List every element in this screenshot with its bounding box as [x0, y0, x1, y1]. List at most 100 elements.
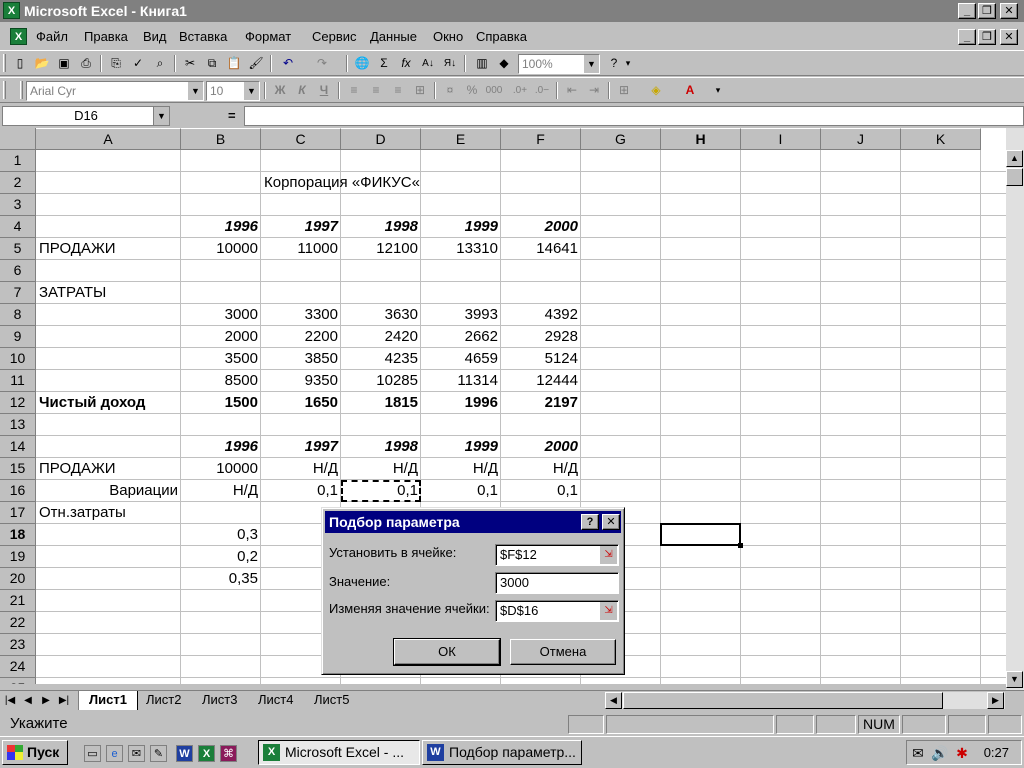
close-button[interactable]: ✕ [1000, 3, 1018, 19]
cell-f15[interactable]: Н/Д [501, 458, 581, 480]
cell-f16[interactable]: 0,1 [501, 480, 581, 502]
horizontal-scrollbar[interactable]: ◀ ▶ [605, 692, 1005, 709]
row-header-20[interactable]: 20 [0, 568, 36, 590]
cell-e12[interactable]: 1996 [421, 392, 501, 414]
sheet-tab-4[interactable]: Лист4 [248, 691, 303, 710]
cell-c11[interactable]: 9350 [261, 370, 341, 392]
cell-b15[interactable]: 10000 [181, 458, 261, 480]
cell-e16[interactable]: 0,1 [421, 480, 501, 502]
increase-decimal-icon[interactable]: .0+ [510, 81, 530, 100]
hyperlink-icon[interactable]: 🌐 [352, 54, 372, 73]
redo-icon[interactable]: ↷ [312, 54, 332, 73]
formula-input[interactable] [244, 106, 1024, 126]
increase-indent-icon[interactable]: ⇥ [584, 81, 604, 100]
help-button[interactable]: ? [581, 514, 599, 530]
align-center-icon[interactable]: ≡ [366, 81, 386, 100]
prev-sheet-icon[interactable]: ◀ [20, 692, 36, 709]
last-sheet-icon[interactable]: ▶| [56, 692, 72, 709]
cell-f5[interactable]: 14641 [501, 238, 581, 260]
excel-icon[interactable]: X [198, 745, 215, 762]
cell-b19[interactable]: 0,2 [181, 546, 261, 568]
menu-file[interactable]: Файл [36, 29, 68, 44]
cell-b9[interactable]: 2000 [181, 326, 261, 348]
cell-e9[interactable]: 2662 [421, 326, 501, 348]
decrease-decimal-icon[interactable]: .0− [532, 81, 552, 100]
spelling-icon[interactable]: ✓ [128, 54, 148, 73]
bold-button[interactable]: Ж [270, 81, 290, 100]
open-icon[interactable]: 📂 [32, 54, 52, 73]
cell-e4[interactable]: 1999 [421, 216, 501, 238]
doc-close-button[interactable]: ✕ [1000, 29, 1018, 45]
collapse-dialog-icon[interactable]: ⇲ [600, 602, 617, 620]
column-header-a[interactable]: A [36, 128, 181, 150]
internet-explorer-icon[interactable]: e [106, 745, 123, 762]
outlook-icon[interactable]: ✉ [128, 745, 145, 762]
menu-view[interactable]: Вид [143, 29, 167, 44]
changing-cell-field[interactable]: $D$16 ⇲ [495, 600, 619, 622]
sheet-tab-2[interactable]: Лист2 [136, 691, 191, 710]
row-header-12[interactable]: 12 [0, 392, 36, 414]
row-header-1[interactable]: 1 [0, 150, 36, 172]
cell-d12[interactable]: 1815 [341, 392, 421, 414]
percent-button[interactable]: % [462, 81, 482, 100]
active-cell-selection[interactable] [660, 523, 743, 548]
cell-f11[interactable]: 12444 [501, 370, 581, 392]
cell-f14[interactable]: 2000 [501, 436, 581, 458]
chart-wizard-icon[interactable]: ▥ [472, 54, 492, 73]
save-icon[interactable]: ▣ [54, 54, 74, 73]
column-header-b[interactable]: B [181, 128, 261, 150]
excel-app-icon[interactable]: X [3, 2, 20, 19]
channels-icon[interactable]: ✎ [150, 745, 167, 762]
column-header-c[interactable]: C [261, 128, 341, 150]
cell-d9[interactable]: 2420 [341, 326, 421, 348]
cell-b18[interactable]: 0,3 [181, 524, 261, 546]
zoom-select[interactable]: 100% ▼ [518, 54, 600, 74]
minimize-button[interactable]: _ [958, 3, 976, 19]
cell-a15[interactable]: ПРОДАЖИ [36, 458, 181, 480]
cell-f8[interactable]: 4392 [501, 304, 581, 326]
cell-a12[interactable]: Чистый доход [36, 392, 181, 414]
row-header-2[interactable]: 2 [0, 172, 36, 194]
workbook-icon[interactable]: X [10, 28, 27, 45]
scroll-up-icon[interactable]: ▲ [1006, 150, 1023, 167]
fill-handle[interactable] [738, 543, 743, 548]
row-header-7[interactable]: 7 [0, 282, 36, 304]
sort-descending-icon[interactable]: Я↓ [440, 54, 460, 73]
collapse-dialog-icon[interactable]: ⇲ [600, 546, 617, 564]
chevron-down-icon[interactable]: ▼ [153, 107, 169, 125]
set-cell-field[interactable]: $F$12 ⇲ [495, 544, 619, 566]
copy-icon[interactable]: ⧉ [202, 54, 222, 73]
select-all-corner[interactable] [0, 128, 36, 150]
autosum-icon[interactable]: Σ [374, 54, 394, 73]
cell-c16[interactable]: 0,1 [261, 480, 341, 502]
row-header-16[interactable]: 16 [0, 480, 36, 502]
menu-format[interactable]: Формат [245, 29, 291, 44]
cell-d16[interactable]: 0,1 [341, 480, 421, 502]
row-header-10[interactable]: 10 [0, 348, 36, 370]
font-select[interactable]: Arial Cyr ▼ [26, 81, 204, 101]
cell-b10[interactable]: 3500 [181, 348, 261, 370]
cell-d10[interactable]: 4235 [341, 348, 421, 370]
doc-minimize-button[interactable]: _ [958, 29, 976, 45]
row-header-21[interactable]: 21 [0, 590, 36, 612]
row-header-24[interactable]: 24 [0, 656, 36, 678]
cell-b20[interactable]: 0,35 [181, 568, 261, 590]
column-header-h[interactable]: H [661, 128, 741, 150]
cell-e15[interactable]: Н/Д [421, 458, 501, 480]
cell-e8[interactable]: 3993 [421, 304, 501, 326]
thousands-button[interactable]: 000 [484, 81, 504, 100]
cell-e5[interactable]: 13310 [421, 238, 501, 260]
desktop-icon[interactable]: ▭ [84, 745, 101, 762]
currency-icon[interactable]: ¤ [440, 81, 460, 100]
underline-button[interactable]: Ч [314, 81, 334, 100]
function-icon[interactable]: fx [396, 54, 416, 73]
cell-b12[interactable]: 1500 [181, 392, 261, 414]
row-header-4[interactable]: 4 [0, 216, 36, 238]
preview-icon[interactable]: ⎘ [106, 54, 126, 73]
cell-f9[interactable]: 2928 [501, 326, 581, 348]
cell-c12[interactable]: 1650 [261, 392, 341, 414]
cancel-button[interactable]: Отмена [510, 639, 616, 665]
row-header-11[interactable]: 11 [0, 370, 36, 392]
access-icon[interactable]: ⌘ [220, 745, 237, 762]
mail-icon[interactable]: ✉ [909, 744, 927, 762]
